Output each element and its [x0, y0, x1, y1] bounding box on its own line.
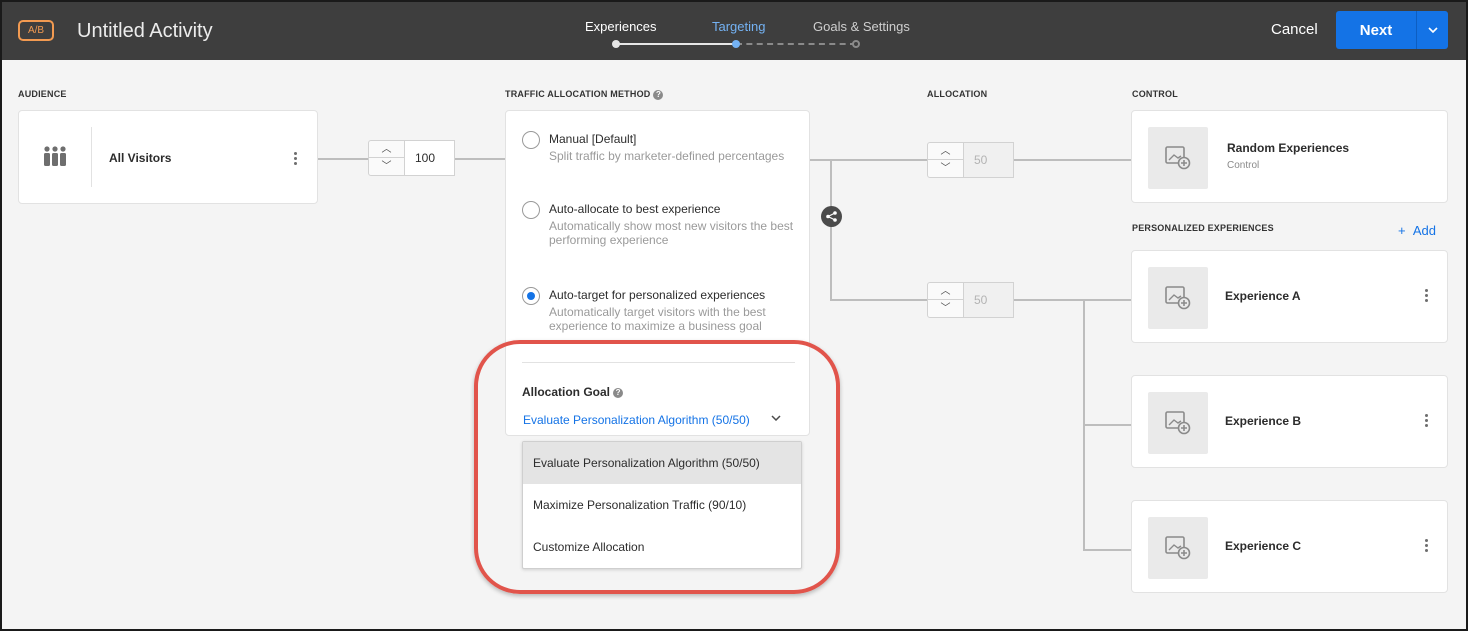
connector-line	[318, 158, 368, 160]
divider	[522, 362, 795, 363]
add-experience-button[interactable]: + Add	[1398, 223, 1436, 238]
share-icon[interactable]	[821, 206, 842, 227]
stepper-up-icon[interactable]: ︿	[928, 143, 963, 160]
image-placeholder	[1148, 267, 1208, 329]
share-glyph	[826, 211, 837, 222]
next-menu-button[interactable]	[1416, 11, 1448, 49]
audience-traffic-value[interactable]: 100	[405, 140, 455, 176]
connector-line	[455, 158, 505, 160]
allocation-goal-select[interactable]: Evaluate Personalization Algorithm (50/5…	[523, 411, 793, 429]
experience-more-icon[interactable]	[1425, 539, 1429, 553]
stepper-down-icon[interactable]: ﹀	[928, 300, 963, 317]
experience-name: Experience C	[1225, 539, 1302, 553]
connector-line	[1013, 159, 1131, 161]
people-icon	[44, 146, 66, 166]
chevron-down-icon	[1427, 27, 1438, 33]
step-dot-goals-settings	[852, 40, 860, 48]
audience-divider	[91, 127, 92, 187]
stepper-arrows: ︿ ﹀	[927, 142, 964, 178]
step-track-completed	[616, 43, 736, 45]
add-label: Add	[1412, 223, 1436, 238]
control-allocation-value: 50	[964, 142, 1014, 178]
ab-badge: A/B	[18, 20, 54, 41]
stepper-arrows: ︿ ﹀	[368, 140, 405, 176]
radio-description: Automatically target visitors with the b…	[549, 305, 766, 333]
connector-line	[830, 299, 927, 301]
personalized-allocation-stepper[interactable]: ︿ ﹀ 50	[927, 282, 1014, 318]
experience-more-icon[interactable]	[1425, 414, 1429, 428]
dropdown-option-customize[interactable]: Customize Allocation	[523, 526, 801, 568]
radio-title: Auto-target for personalized experiences	[549, 288, 766, 302]
image-placeholder	[1148, 127, 1208, 189]
add-image-icon	[1165, 286, 1191, 310]
step-dot-targeting	[732, 40, 740, 48]
control-experience-sub: Control	[1227, 160, 1260, 171]
experience-name: Experience B	[1225, 414, 1302, 428]
audience-card[interactable]: All Visitors	[18, 110, 318, 204]
plus-icon: +	[1398, 223, 1413, 238]
personalized-section-label: PERSONALIZED EXPERIENCES	[1132, 223, 1274, 233]
experience-name: Experience A	[1225, 289, 1301, 303]
audience-more-icon[interactable]	[294, 152, 298, 166]
radio-title: Auto-allocate to best experience	[549, 202, 721, 216]
help-icon[interactable]: ?	[653, 89, 664, 100]
experience-more-icon[interactable]	[1425, 289, 1429, 303]
control-allocation-stepper[interactable]: ︿ ﹀ 50	[927, 142, 1014, 178]
stepper-down-icon[interactable]: ﹀	[369, 158, 404, 175]
allocation-goal-dropdown: Evaluate Personalization Algorithm (50/5…	[522, 441, 802, 569]
step-goals-settings[interactable]: Goals & Settings	[813, 19, 910, 34]
image-placeholder	[1148, 517, 1208, 579]
top-bar: A/B Untitled Activity Experiences Target…	[0, 0, 1468, 60]
cancel-button[interactable]: Cancel	[1271, 21, 1318, 38]
radio-manual[interactable]	[522, 131, 540, 149]
allocation-goal-value: Evaluate Personalization Algorithm (50/5…	[523, 413, 750, 427]
step-progress: Experiences Targeting Goals & Settings	[560, 0, 920, 60]
allocation-section-label: ALLOCATION	[927, 89, 988, 99]
control-experience-card[interactable]: Random Experiences Control	[1131, 110, 1448, 203]
stepper-arrows: ︿ ﹀	[927, 282, 964, 318]
connector-line	[1083, 424, 1131, 426]
dropdown-option-evaluate[interactable]: Evaluate Personalization Algorithm (50/5…	[523, 442, 801, 484]
experience-card[interactable]: Experience C	[1131, 500, 1448, 593]
help-icon[interactable]: ?	[613, 387, 624, 398]
stepper-up-icon[interactable]: ︿	[369, 141, 404, 158]
dropdown-option-maximize[interactable]: Maximize Personalization Traffic (90/10)	[523, 484, 801, 526]
step-dot-experiences	[612, 40, 620, 48]
image-placeholder	[1148, 392, 1208, 454]
next-button[interactable]: Next	[1336, 11, 1416, 49]
radio-description: Split traffic by marketer-defined percen…	[549, 149, 785, 163]
activity-title[interactable]: Untitled Activity	[77, 20, 213, 43]
add-image-icon	[1165, 146, 1191, 170]
traffic-allocation-card: Manual [Default] Split traffic by market…	[505, 110, 810, 436]
audience-name: All Visitors	[109, 151, 172, 165]
control-section-label: CONTROL	[1132, 89, 1178, 99]
radio-title: Manual [Default]	[549, 132, 637, 146]
control-experience-name: Random Experiences	[1227, 141, 1350, 155]
radio-description: Automatically show most new visitors the…	[549, 219, 794, 247]
experience-card[interactable]: Experience B	[1131, 375, 1448, 468]
connector-line	[810, 159, 927, 161]
audience-traffic-stepper[interactable]: ︿ ﹀ 100	[368, 140, 455, 176]
experience-card[interactable]: Experience A	[1131, 250, 1448, 343]
add-image-icon	[1165, 536, 1191, 560]
stepper-down-icon[interactable]: ﹀	[928, 160, 963, 177]
stepper-up-icon[interactable]: ︿	[928, 283, 963, 300]
audience-section-label: AUDIENCE	[18, 89, 67, 99]
step-targeting[interactable]: Targeting	[712, 19, 765, 34]
connector-line	[830, 159, 832, 301]
radio-auto-allocate[interactable]	[522, 201, 540, 219]
traffic-section-label: TRAFFIC ALLOCATION METHOD?	[505, 89, 664, 100]
traffic-section-text: TRAFFIC ALLOCATION METHOD	[505, 89, 651, 99]
allocation-goal-text: Allocation Goal	[522, 385, 611, 399]
step-experiences[interactable]: Experiences	[585, 19, 657, 34]
add-image-icon	[1165, 411, 1191, 435]
radio-auto-target[interactable]	[522, 287, 540, 305]
step-track-upcoming	[736, 43, 856, 45]
connector-line	[1083, 549, 1131, 551]
allocation-goal-label: Allocation Goal?	[522, 385, 624, 399]
personalized-allocation-value: 50	[964, 282, 1014, 318]
connector-line	[1013, 299, 1131, 301]
chevron-down-icon	[771, 415, 781, 421]
